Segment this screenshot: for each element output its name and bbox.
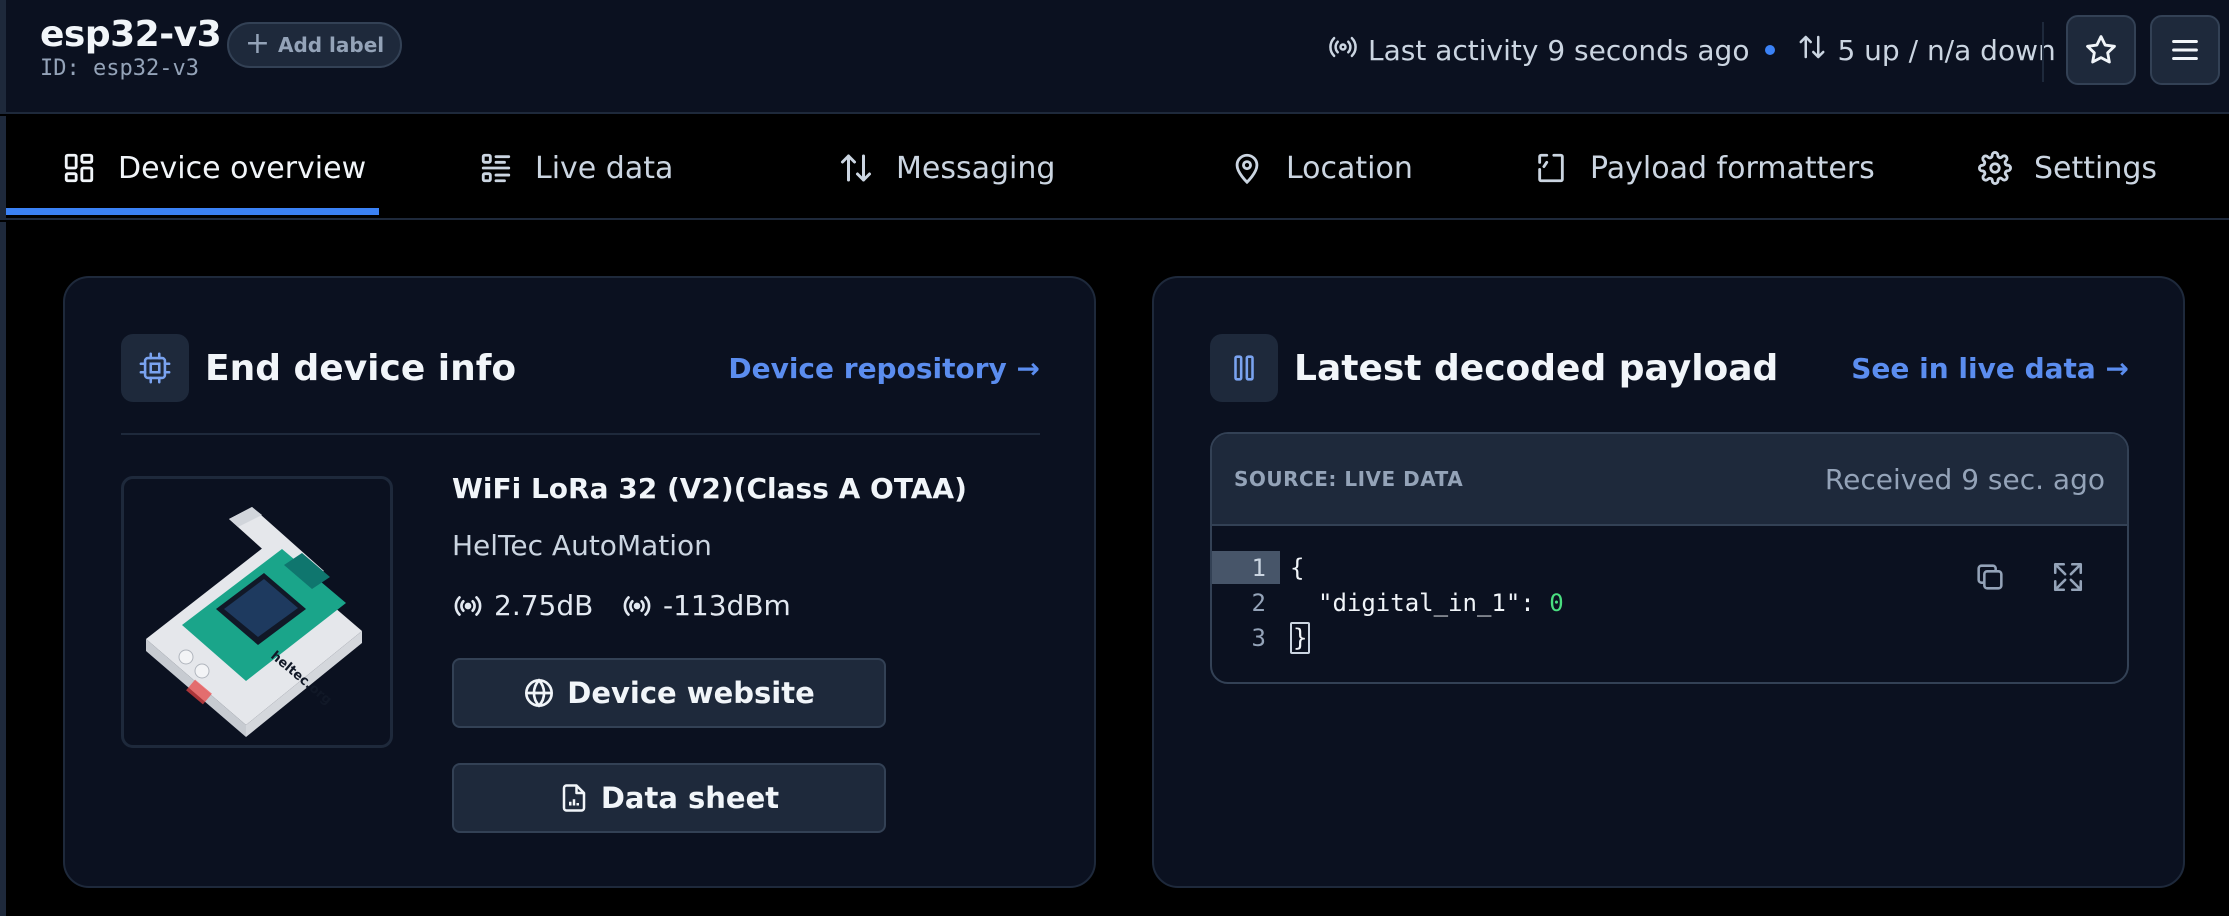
star-icon — [2086, 35, 2116, 64]
device-image: heltec.org — [121, 476, 393, 748]
code-line: 2 "digital_in_1": 0 — [1212, 585, 1564, 620]
tab-location[interactable]: Location — [1230, 116, 1413, 220]
device-repository-link[interactable]: Device repository → — [728, 352, 1040, 385]
globe-icon — [525, 678, 554, 708]
latest-payload-card: Latest decoded payload See in live data … — [1152, 276, 2185, 888]
card-title: End device info — [205, 347, 517, 389]
snr-value: 2.75dB — [494, 589, 594, 622]
device-website-button[interactable]: Device website — [452, 658, 886, 728]
tab-bar: Device overview Live data Messaging Loca… — [0, 116, 2229, 220]
star-button[interactable] — [2066, 15, 2136, 85]
code-editor[interactable]: 1 { 2 "digital_in_1": 0 3 } — [1212, 550, 1564, 655]
tab-label: Payload formatters — [1590, 150, 1875, 186]
device-vendor: HelTec AutoMation — [452, 529, 712, 562]
tab-label: Location — [1286, 150, 1413, 186]
pause-icon-box — [1210, 334, 1278, 402]
card-title: Latest decoded payload — [1294, 347, 1779, 389]
menu-button[interactable] — [2150, 15, 2220, 85]
device-model: WiFi LoRa 32 (V2)(Class A OTAA) — [452, 472, 967, 505]
copy-icon[interactable] — [1973, 560, 2007, 594]
code-key: "digital_in_1": — [1318, 588, 1550, 617]
payload-source: SOURCE: LIVE DATA — [1234, 467, 1464, 491]
traffic-text: 5 up / n/a down — [1837, 33, 2056, 67]
code-toolbar — [1973, 560, 2085, 594]
code-close: } — [1280, 621, 1311, 654]
tab-label: Messaging — [896, 150, 1056, 186]
plus-icon: + — [244, 25, 270, 61]
tab-label: Live data — [535, 150, 674, 186]
tab-label: Settings — [2034, 150, 2158, 186]
device-name: esp32-v3 — [40, 14, 222, 55]
tab-messaging[interactable]: Messaging — [838, 116, 1055, 220]
gear-icon — [1978, 151, 2012, 185]
signal-icon — [623, 595, 651, 616]
add-label-button[interactable]: + Add label — [227, 22, 402, 68]
code-brackets-icon — [1538, 153, 1564, 183]
tab-settings[interactable]: Settings — [1978, 116, 2157, 220]
payload-viewer: SOURCE: LIVE DATA Received 9 sec. ago 1 … — [1210, 432, 2129, 684]
code-line: 3 } — [1212, 620, 1564, 655]
end-device-info-card: End device info Device repository → helt… — [63, 276, 1096, 888]
header-divider — [2042, 22, 2044, 82]
payload-viewer-header: SOURCE: LIVE DATA Received 9 sec. ago — [1212, 434, 2127, 526]
map-pin-icon — [1235, 153, 1259, 185]
arrows-up-down-icon — [841, 154, 871, 182]
line-number: 3 — [1251, 623, 1266, 652]
tab-live-data[interactable]: Live data — [479, 116, 673, 220]
last-activity-text: Last activity 9 seconds ago — [1368, 33, 1750, 67]
code-line: 1 { — [1212, 550, 1564, 585]
device-id: ID: esp32-v3 — [40, 56, 199, 81]
document-chart-icon — [562, 784, 586, 812]
device-website-label: Device website — [567, 676, 815, 710]
chip-icon — [139, 352, 171, 384]
activity-status: Last activity 9 seconds ago 5 up / n/a d… — [1328, 28, 2056, 72]
data-sheet-button[interactable]: Data sheet — [452, 763, 886, 833]
tab-payload-formatters[interactable]: Payload formatters — [1534, 116, 1875, 220]
snr-indicator: 2.75dB — [452, 589, 593, 622]
activity-icon — [1328, 32, 1358, 69]
chip-icon-box — [121, 334, 189, 402]
data-sheet-label: Data sheet — [600, 781, 780, 815]
hamburger-icon — [2172, 39, 2198, 61]
expand-icon[interactable] — [2051, 560, 2085, 594]
code-value: 0 — [1549, 588, 1564, 617]
rssi-value: -113dBm — [663, 589, 791, 622]
activity-dot — [1765, 45, 1776, 55]
add-label-text: Add label — [277, 33, 385, 57]
rssi-indicator: -113dBm — [621, 589, 791, 622]
line-number: 2 — [1251, 588, 1266, 617]
code-close-brace: } — [1290, 621, 1311, 654]
pause-icon — [1234, 355, 1254, 381]
device-header: esp32-v3 ID: esp32-v3 + Add label Last a… — [0, 0, 2229, 114]
list-icon — [481, 153, 511, 183]
active-tab-indicator — [6, 208, 379, 215]
line-number: 1 — [1212, 551, 1280, 584]
payload-received-time: Received 9 sec. ago — [1824, 462, 2105, 496]
grid-icon — [64, 153, 94, 183]
traffic-icon — [1797, 32, 1827, 69]
code-text: { — [1290, 553, 1305, 582]
tab-label: Device overview — [118, 150, 367, 186]
tab-device-overview[interactable]: Device overview — [62, 116, 366, 220]
card-divider — [121, 433, 1040, 435]
signal-icon — [454, 595, 482, 616]
see-in-live-data-link[interactable]: See in live data → — [1851, 352, 2129, 385]
